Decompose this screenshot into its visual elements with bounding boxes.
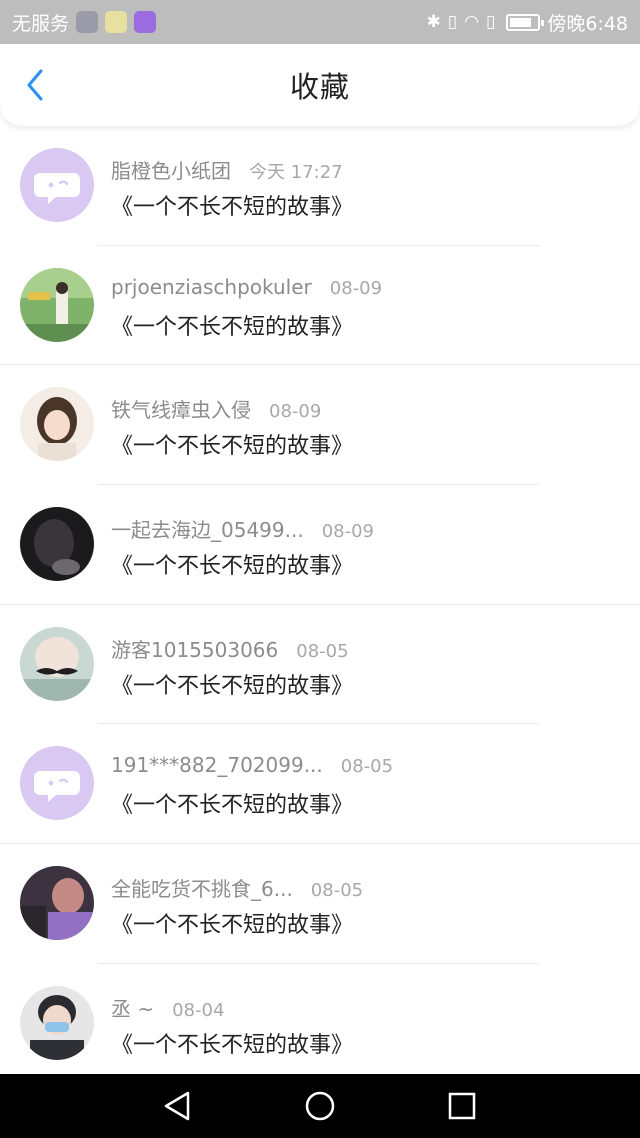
username: 丞 ~ [111, 996, 155, 1021]
story-title: 《一个不长不短的故事》 [111, 793, 354, 819]
item-text: 丞 ~ 08-04 《一个不长不短的故事》 [111, 993, 620, 1059]
item-text: 脂橙色小纸团 今天 17:27 《一个不长不短的故事》 [111, 155, 620, 221]
favorites-list: 脂橙色小纸团 今天 17:27 《一个不长不短的故事》 prjoenziaschpo… [0, 126, 640, 1084]
app-header: 收藏 [0, 44, 640, 126]
username: 游客1015503066 [111, 637, 279, 662]
username: 191***882_702099... [111, 753, 323, 778]
item-text: 191***882_702099... 08-05 《一个不长不短的故事》 [111, 753, 620, 819]
back-button[interactable] [18, 68, 52, 102]
avatar[interactable] [20, 626, 94, 701]
timestamp: 08-05 [310, 880, 364, 902]
list-item[interactable]: prjoenziaschpokuler 08-09 《一个不长不短的故事》 [0, 246, 640, 366]
item-meta: 铁气线瘴虫入侵 08-09 [111, 394, 620, 423]
avatar[interactable] [20, 387, 94, 462]
avatar[interactable] [20, 746, 94, 821]
wifi-icon: ◠ [464, 12, 479, 32]
list-item[interactable]: 全能吃货不挑食_6... 08-05 《一个不长不短的故事》 [0, 844, 640, 964]
timestamp: 08-05 [296, 640, 349, 662]
shield-app-icon [76, 11, 99, 33]
username: 脂橙色小纸团 [111, 159, 231, 183]
username: 一起去海边_05499... [111, 518, 304, 543]
list-item[interactable]: 一起去海边_05499... 08-09 《一个不长不短的故事》 [0, 485, 640, 605]
timestamp: 08-05 [340, 756, 394, 778]
item-text: prjoenziaschpokuler 08-09 《一个不长不短的故事》 [111, 275, 620, 341]
avatar[interactable] [20, 866, 94, 941]
back-triangle-icon[interactable] [162, 1090, 194, 1122]
item-meta: 一起去海边_05499... 08-09 [111, 514, 620, 543]
item-meta: 脂橙色小纸团 今天 17:27 [111, 155, 620, 183]
face-app-icon [105, 11, 128, 33]
timestamp: 08-09 [321, 521, 375, 543]
battery-icon [506, 13, 545, 31]
timestamp: 今天 17:27 [249, 162, 343, 183]
page-title: 收藏 [289, 70, 350, 104]
carrier-text: 无服务 [12, 12, 70, 35]
timestamp: 08-09 [269, 401, 322, 423]
chevron-left-icon [27, 69, 43, 101]
username: 铁气线瘴虫入侵 [111, 398, 251, 423]
home-circle-icon[interactable] [304, 1090, 336, 1122]
story-title: 《一个不长不短的故事》 [111, 673, 354, 699]
list-item[interactable]: 游客1015503066 08-05 《一个不长不短的故事》 [0, 605, 640, 725]
story-title: 《一个不长不短的故事》 [111, 314, 354, 340]
story-title: 《一个不长不短的故事》 [111, 195, 354, 220]
story-title: 《一个不长不短的故事》 [111, 554, 354, 580]
vibrate-icon: ▯ [447, 12, 458, 32]
item-text: 全能吃货不挑食_6... 08-05 《一个不长不短的故事》 [111, 873, 620, 939]
item-meta: 游客1015503066 08-05 [111, 634, 620, 662]
item-meta: 丞 ~ 08-04 [111, 993, 620, 1021]
system-nav-bar [0, 1074, 640, 1138]
recent-apps-icon[interactable] [446, 1090, 478, 1122]
item-text: 铁气线瘴虫入侵 08-09 《一个不长不短的故事》 [111, 394, 620, 460]
item-meta: 191***882_702099... 08-05 [111, 753, 620, 779]
story-title: 《一个不长不短的故事》 [111, 1032, 354, 1058]
username: prjoenziaschpokuler [111, 274, 312, 299]
story-title: 《一个不长不短的故事》 [111, 434, 354, 460]
item-meta: prjoenziaschpokuler 08-09 [111, 275, 620, 301]
bluetooth-icon: ✱ [426, 12, 441, 32]
list-item[interactable]: 脂橙色小纸团 今天 17:27 《一个不长不短的故事》 [0, 126, 640, 246]
status-bar: 无服务 ✱ ▯ ◠ ▯ 傍晚6:48 [0, 0, 640, 44]
avatar[interactable] [20, 267, 94, 342]
item-text: 游客1015503066 08-05 《一个不长不短的故事》 [111, 634, 620, 700]
avatar[interactable] [20, 507, 94, 582]
story-title: 《一个不长不短的故事》 [111, 913, 354, 939]
list-item[interactable]: 铁气线瘴虫入侵 08-09 《一个不长不短的故事》 [0, 365, 640, 486]
avatar[interactable] [20, 985, 94, 1060]
timestamp: 08-09 [329, 277, 383, 299]
item-meta: 全能吃货不挑食_6... 08-05 [111, 873, 620, 902]
list-item[interactable]: 191***882_702099... 08-05 《一个不长不短的故事》 [0, 724, 640, 845]
timestamp: 08-04 [172, 999, 225, 1021]
username: 全能吃货不挑食_6... [111, 877, 293, 902]
clock-text: 傍晚6:48 [547, 12, 628, 35]
avatar[interactable] [20, 148, 94, 222]
chat-app-icon [134, 11, 157, 33]
sim-alert-icon: ▯ [485, 12, 496, 32]
item-text: 一起去海边_05499... 08-09 《一个不长不短的故事》 [111, 514, 620, 580]
list-item[interactable]: 丞 ~ 08-04 《一个不长不短的故事》 [0, 964, 640, 1084]
